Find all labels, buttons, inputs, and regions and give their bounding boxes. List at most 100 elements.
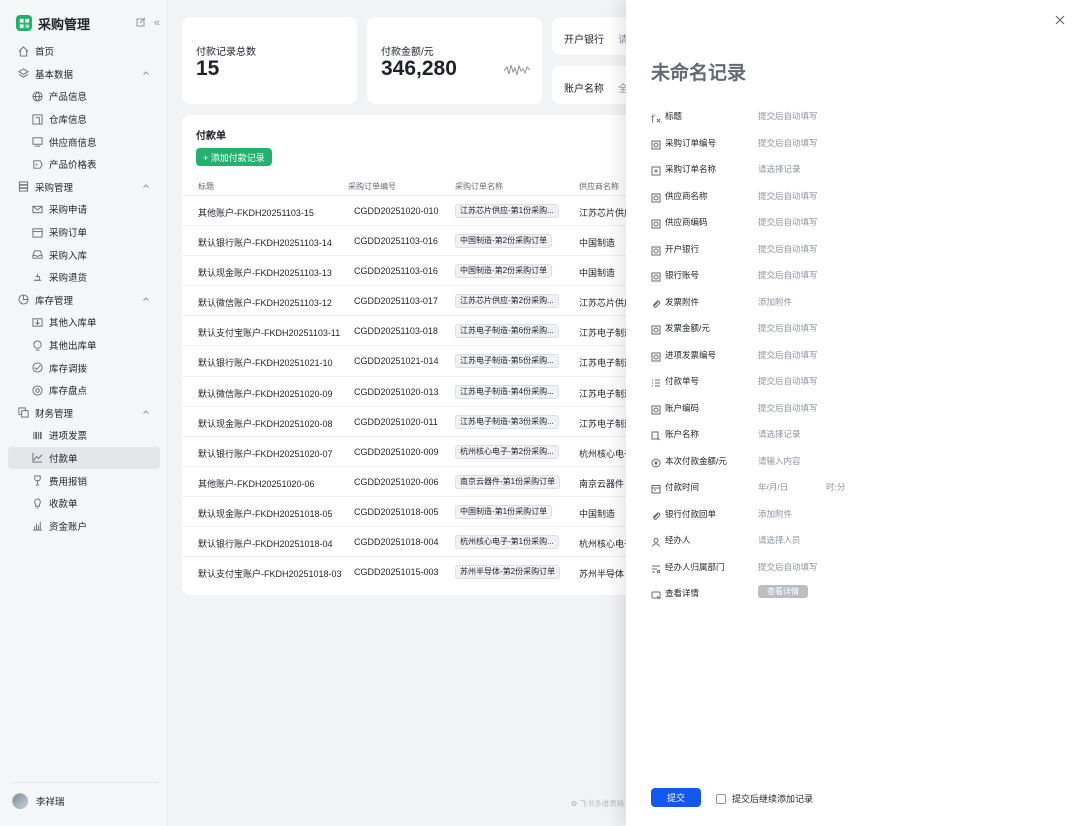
sidebar-item[interactable]: 库存调拨 (8, 356, 160, 379)
field-time-value[interactable]: 时:分 (826, 481, 845, 493)
sidebar-item[interactable]: 首页 (8, 40, 160, 63)
add-payment-button[interactable]: + 添加付款记录 (196, 148, 272, 166)
edit-icon[interactable] (136, 17, 146, 30)
form-field: 采购订单名称 请选择记录 (651, 155, 1051, 182)
cell-title: 其他账户-FKDH20251020-06 (198, 478, 315, 489)
field-value[interactable]: 提交后自动填写 (758, 190, 818, 202)
continue-adding-option[interactable]: 提交后继续添加记录 (716, 792, 813, 805)
cell-supplier: 杭州核心电子 (579, 539, 634, 550)
field-value[interactable]: 提交后自动填写 (758, 375, 818, 387)
field-value[interactable]: 请选择记录 (758, 163, 801, 175)
cell-title: 默认银行账户-FKDH20251103-14 (198, 238, 332, 249)
sidebar-item[interactable]: 采购入库 (8, 243, 160, 266)
column-header[interactable]: 标题 (198, 181, 214, 192)
sidebar-item[interactable]: 基本数据 (8, 63, 160, 86)
order-name-tag: 苏州半导体-第2份采购订单 (455, 565, 561, 580)
form-field: ƒ 标题 提交后自动填写 (650, 102, 1051, 129)
form-field: 发票附件 添加附件 (651, 288, 1051, 315)
sidebar-item-label: 进项发票 (49, 431, 88, 443)
field-value[interactable]: 提交后自动填写 (758, 137, 818, 149)
field-value[interactable]: 添加附件 (758, 296, 792, 308)
collapse-sidebar-icon[interactable]: « (154, 17, 160, 30)
sidebar-item[interactable]: 财务管理 (8, 402, 160, 425)
field-value[interactable]: 提交后自动填写 (758, 216, 818, 228)
sidebar-item[interactable]: 产品信息 (8, 85, 160, 108)
field-value[interactable]: 添加附件 (758, 508, 792, 520)
lookup-icon (651, 269, 661, 282)
field-value[interactable]: 提交后自动填写 (758, 402, 818, 414)
cell-order-no: CGDD20251103-016 (354, 236, 438, 247)
cell-title: 默认现金账户-FKDH20251103-13 (198, 268, 332, 279)
autonumber-icon (651, 375, 661, 387)
sidebar-item[interactable]: 付款单 (8, 446, 160, 470)
sidebar-item[interactable]: 产品价格表 (8, 153, 160, 176)
field-value[interactable]: 提交后自动填写 (758, 110, 818, 122)
chevron-up-icon[interactable] (142, 69, 150, 77)
field-value[interactable]: 请选择记录 (758, 428, 801, 440)
column-header[interactable]: 采购订单编号 (348, 181, 396, 192)
continue-checkbox[interactable] (716, 793, 726, 804)
cell-supplier: 江苏电子制造 (579, 418, 634, 429)
cell-title: 默认银行账户-FKDH20251018-04 (198, 539, 333, 550)
field-value[interactable]: 请选择人员 (758, 534, 801, 546)
sidebar-item[interactable]: 进项发票 (8, 424, 160, 447)
chevron-up-icon[interactable] (142, 182, 150, 190)
return-icon (32, 272, 43, 283)
sidebar-item[interactable]: 资金账户 (8, 514, 160, 537)
chevron-up-icon[interactable] (142, 408, 150, 416)
user-profile[interactable]: 李祥瑞 (12, 782, 158, 809)
cell-title: 默认银行账户-FKDH20251021-10 (198, 358, 333, 369)
order-name-tag: 江苏电子制造-第4份采购... (455, 384, 559, 399)
table-row[interactable]: 默认银行账户-FKDH20251103-14 CGDD20251103-016 中国… (182, 225, 642, 255)
field-value[interactable]: 提交后自动填写 (758, 322, 818, 334)
form-field: 账户名称 请选择记录 (651, 420, 1051, 447)
table-row[interactable]: 默认支付宝账户-FKDH20251103-11 CGDD20251103-018 江… (182, 315, 642, 345)
sidebar-item[interactable]: 采购申请 (8, 198, 160, 221)
sidebar-item[interactable]: 采购管理 (8, 176, 160, 199)
sidebar-item[interactable]: 其他出库单 (8, 334, 160, 357)
monitor-icon (32, 136, 43, 147)
field-value[interactable]: 年/月/日 (758, 481, 788, 493)
table-row[interactable]: 其他账户-FKDH20251020-06 CGDD20251020-006 南京云器… (182, 465, 642, 496)
table-row[interactable]: 默认现金账户-FKDH20251018-05 CGDD20251018-005 中国… (182, 495, 642, 526)
sidebar-item[interactable]: 库存管理 (8, 289, 160, 312)
table-row[interactable]: 默认银行账户-FKDH20251020-07 CGDD20251020-009 杭州… (182, 435, 642, 466)
field-value[interactable]: 提交后自动填写 (758, 349, 818, 361)
footer-note-text: 飞书多维表格 (579, 799, 625, 808)
cell-title: 默认现金账户-FKDH20251020-08 (198, 418, 333, 429)
table-row[interactable]: 默认银行账户-FKDH20251021-10 CGDD20251021-014 江苏… (182, 345, 642, 375)
sidebar-item[interactable]: 库存盘点 (8, 379, 160, 402)
field-value[interactable]: 提交后自动填写 (758, 243, 818, 255)
view-detail-button[interactable]: 查看详情 (758, 585, 808, 598)
table-row[interactable]: 默认支付宝账户-FKDH20251018-03 CGDD20251015-003 苏… (182, 556, 642, 586)
sidebar-item[interactable]: 费用报销 (8, 469, 160, 492)
sidebar-item-label: 基本数据 (35, 69, 74, 81)
sidebar-item[interactable]: 采购订单 (8, 221, 160, 244)
table-row[interactable]: 其他账户-FKDH20251103-15 CGDD20251020-010 江苏芯片… (182, 195, 642, 225)
table-row[interactable]: 默认微信账户-FKDH20251020-09 CGDD20251020-013 江苏… (182, 375, 642, 406)
cell-order-no: CGDD20251020-011 (354, 416, 438, 427)
sidebar-item[interactable]: 仓库信息 (8, 108, 160, 131)
submit-button[interactable]: 提交 (651, 788, 701, 807)
column-header[interactable]: 采购订单名称 (455, 181, 503, 192)
field-value[interactable]: 提交后自动填写 (758, 269, 818, 281)
table-row[interactable]: 默认微信账户-FKDH20251103-12 CGDD20251103-017 江苏… (182, 285, 642, 315)
sparkline-icon (504, 64, 530, 76)
close-icon[interactable] (1054, 14, 1066, 26)
field-value[interactable]: 提交后自动填写 (758, 561, 818, 573)
table-row[interactable]: 默认银行账户-FKDH20251018-04 CGDD20251018-004 杭州… (182, 526, 642, 556)
field-value[interactable]: 请输入内容 (758, 455, 801, 467)
column-header[interactable]: 供应商名称 (579, 181, 619, 192)
sidebar-item[interactable]: 采购退货 (8, 266, 160, 289)
sidebar-nav: 首页基本数据产品信息 仓库信息 供应商信息 产品价格表 采购管理 采购申请 采购订单 采购入库… (8, 40, 160, 537)
sidebar-item[interactable]: 其他入库单 (8, 311, 160, 334)
lookup-icon (651, 402, 661, 414)
table-row[interactable]: 默认现金账户-FKDH20251103-13 CGDD20251103-016 中国… (182, 255, 642, 285)
sidebar-item[interactable]: 收款单 (8, 492, 160, 515)
table-row[interactable]: 默认现金账户-FKDH20251020-08 CGDD20251020-011 江苏… (182, 405, 642, 436)
chevron-up-icon[interactable] (142, 295, 150, 303)
sidebar-item[interactable]: 供应商信息 (8, 130, 160, 153)
sidebar-item-label: 收款单 (49, 499, 78, 511)
order-name-tag: 中国制造-第1份采购订单 (455, 504, 553, 519)
lookup-icon (651, 190, 661, 202)
